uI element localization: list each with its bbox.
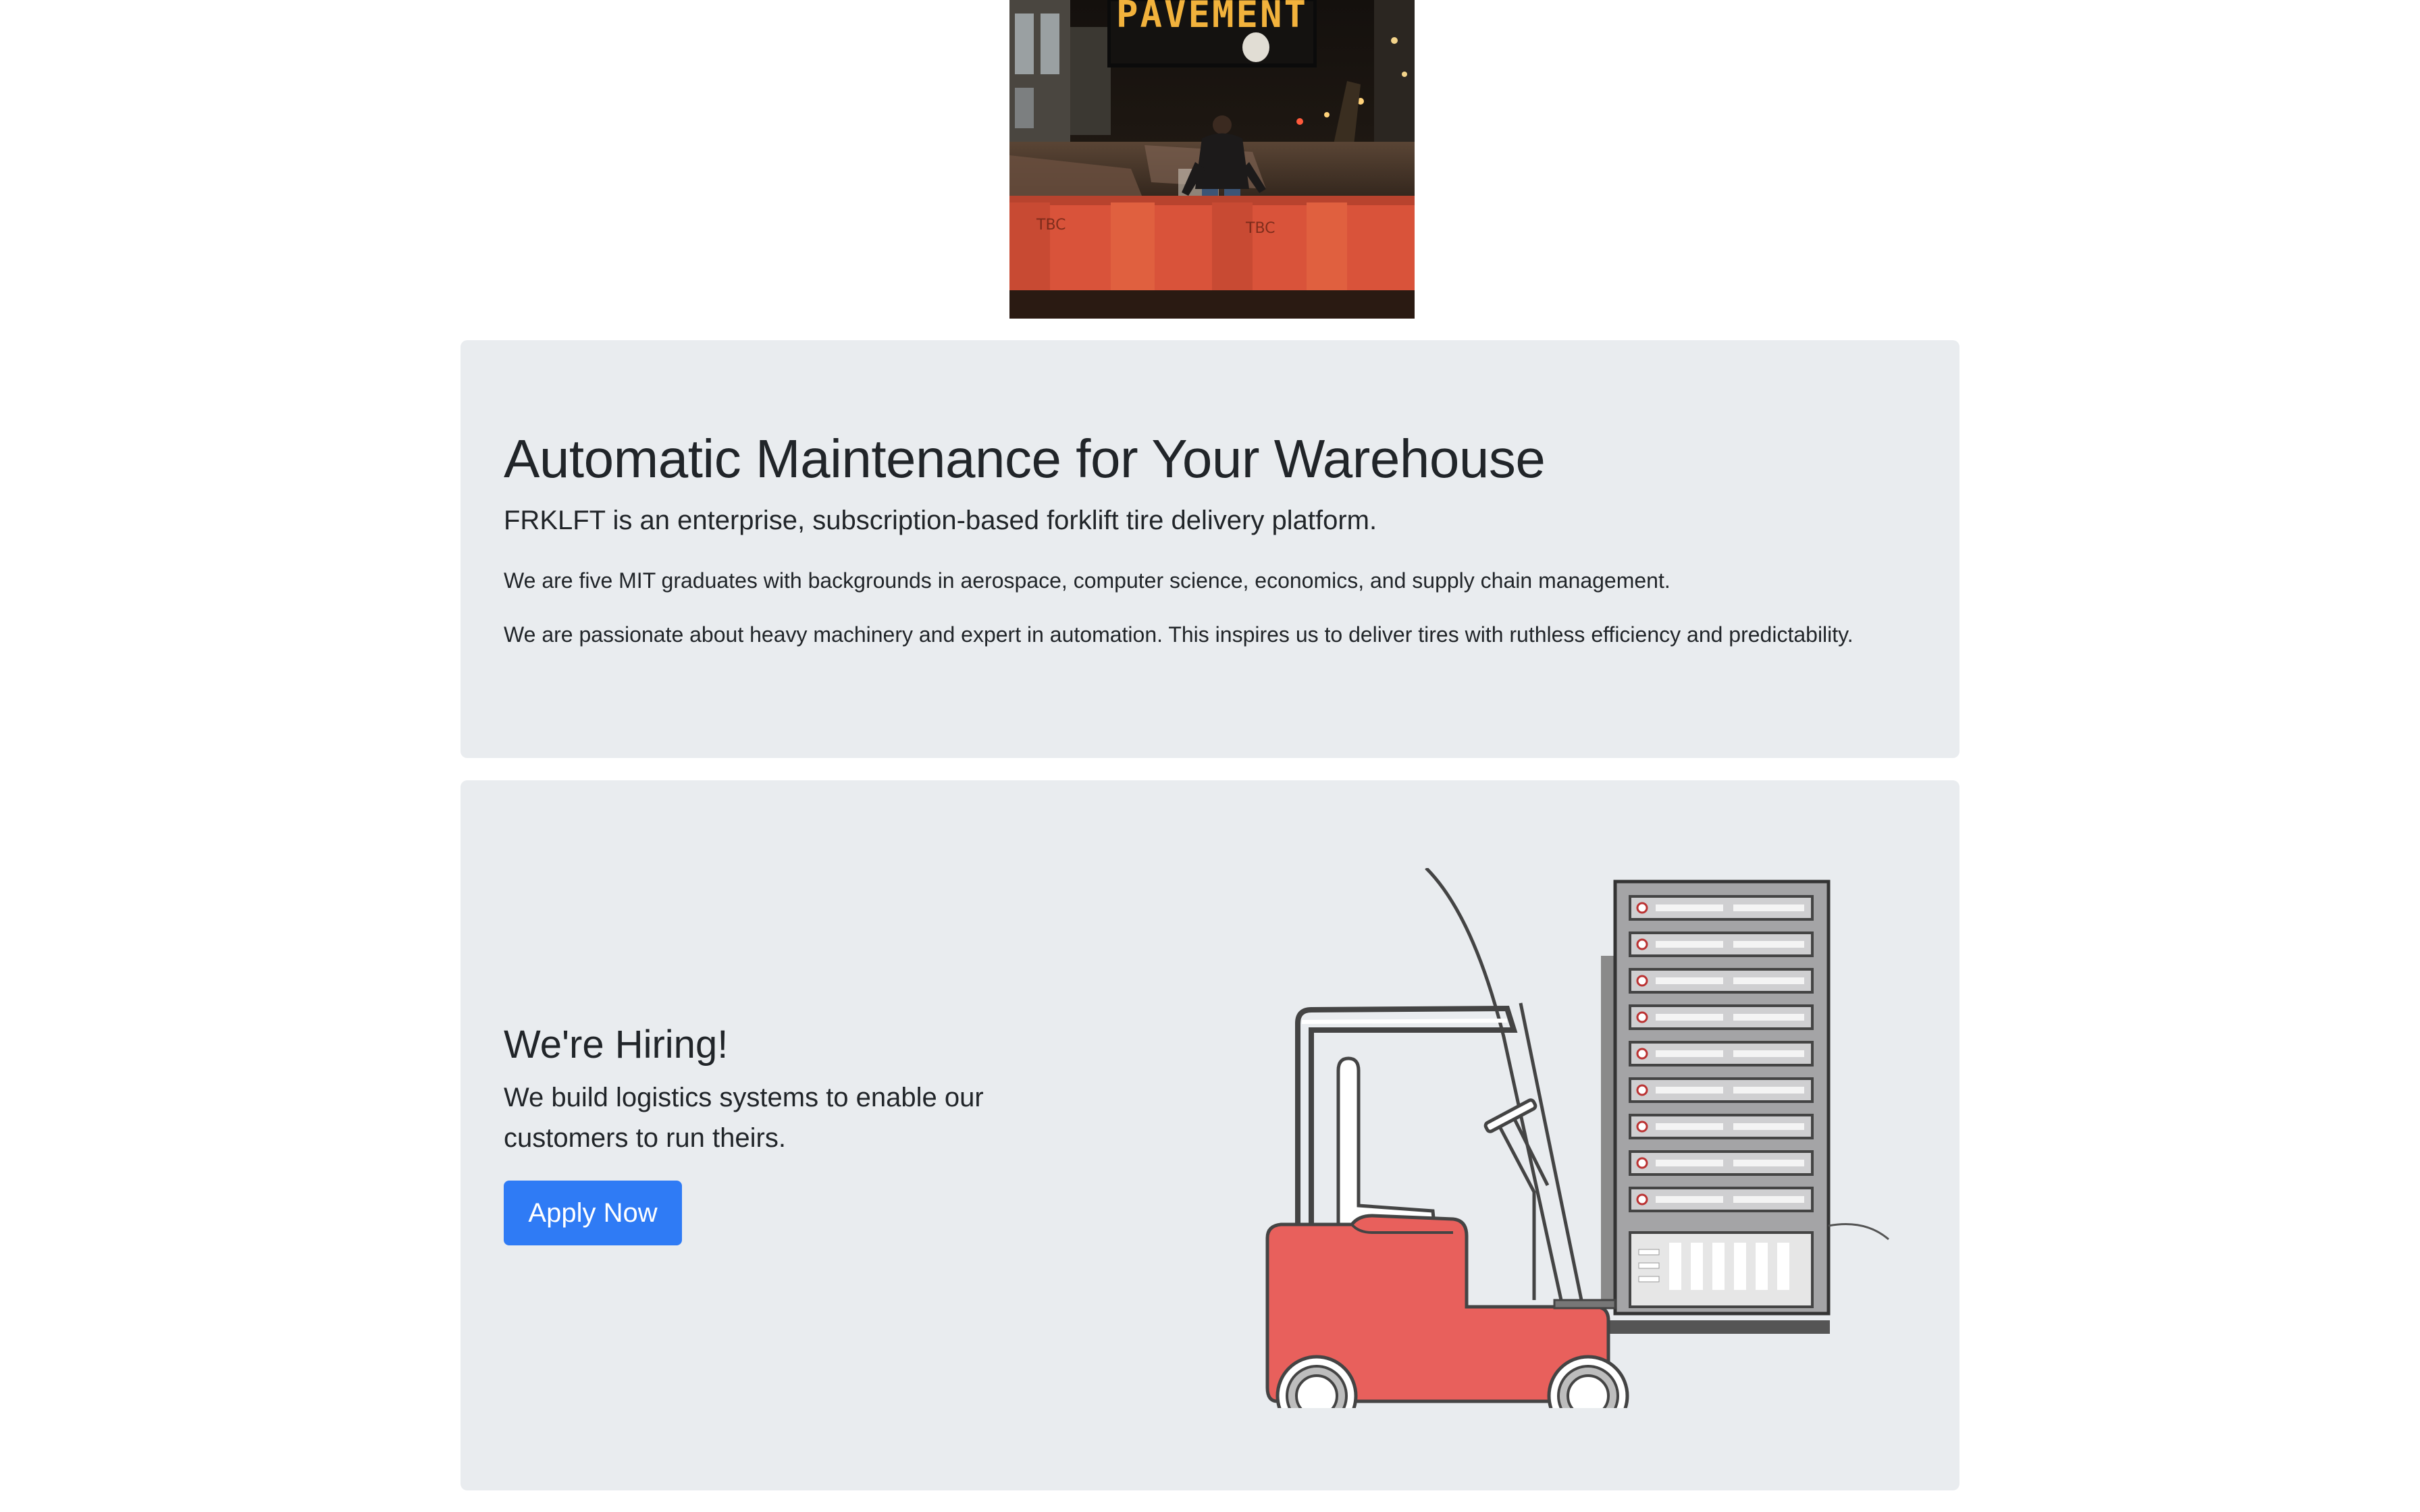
cable-icon (1828, 1223, 1889, 1241)
about-card: Automatic Maintenance for Your Warehouse… (461, 340, 1959, 758)
hero-photo-illustration: PAVEMENT TBC TBC (1009, 0, 1415, 319)
sign-text: PAVEMENT (1116, 0, 1308, 36)
hiring-lead: We build logistics systems to enable our… (504, 1083, 984, 1153)
rack-base (1607, 1320, 1830, 1334)
about-paragraph-2: We are passionate about heavy machinery … (504, 622, 1853, 647)
hiring-title: We're Hiring! (504, 1023, 729, 1066)
about-lead: FRKLFT is an enterprise, subscription-ba… (504, 506, 1377, 535)
apply-now-button[interactable]: Apply Now (504, 1181, 682, 1245)
page: PAVEMENT TBC TBC Automatic Maintenance f… (0, 0, 2420, 1512)
hero-photo: PAVEMENT TBC TBC (1009, 0, 1415, 319)
about-title: Automatic Maintenance for Your Warehouse (504, 429, 1546, 489)
hiring-card: We're Hiring! We build logistics systems… (461, 780, 1959, 1490)
server-units (1629, 895, 1814, 1212)
forklift-server-illustration (1265, 868, 1889, 1408)
about-paragraph-1: We are five MIT graduates with backgroun… (504, 568, 1671, 593)
svg-text:TBC: TBC (1036, 217, 1066, 234)
svg-text:TBC: TBC (1245, 220, 1275, 237)
steering-wheel-icon (1483, 1098, 1537, 1133)
